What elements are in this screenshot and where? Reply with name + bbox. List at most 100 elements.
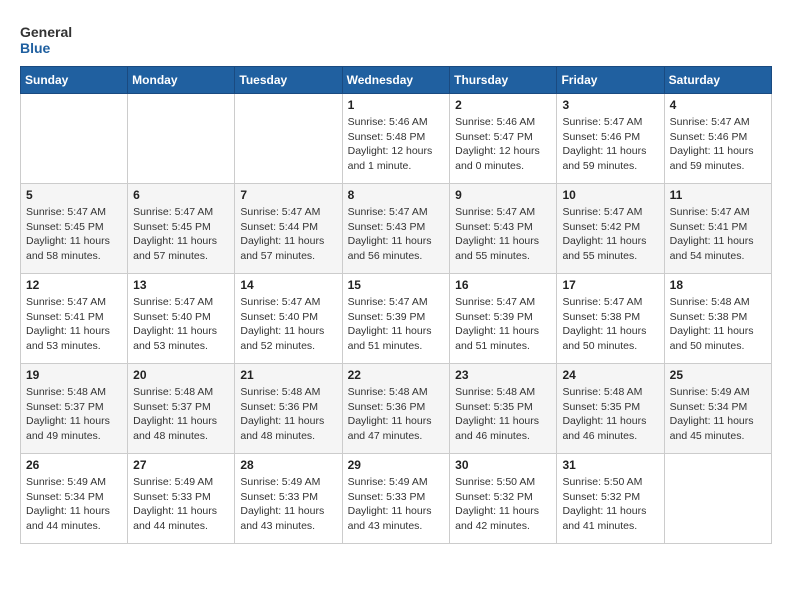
calendar-cell: 7Sunrise: 5:47 AM Sunset: 5:44 PM Daylig… — [235, 184, 342, 274]
day-number: 15 — [348, 278, 445, 292]
calendar-header-thursday: Thursday — [450, 67, 557, 94]
calendar-cell: 14 Sunrise: 5:47 AM Sunset: 5:40 PM Dayli… — [235, 274, 342, 364]
calendar-header-monday: Monday — [128, 67, 235, 94]
day-info: Sunrise: 5:48 AM Sunset: 5:37 PM Dayligh… — [133, 385, 229, 444]
day-info: Sunrise: 5:47 AM Sunset: 5:39 PM Dayligh… — [348, 295, 445, 354]
logo-blue: Blue — [20, 40, 72, 56]
calendar-week-5: 26 Sunrise: 5:49 AM Sunset: 5:34 PM Dayli… — [21, 454, 772, 544]
day-info: Sunrise: 5:49 AM Sunset: 5:33 PM Dayligh… — [348, 475, 445, 534]
day-number: 9 — [455, 188, 551, 202]
calendar-cell: 10 Sunrise: 5:47 AM Sunset: 5:42 PM Dayli… — [557, 184, 664, 274]
day-number: 23 — [455, 368, 551, 382]
calendar-cell: 24Sunrise: 5:48 AM Sunset: 5:35 PM Dayli… — [557, 364, 664, 454]
day-info: Sunrise: 5:48 AM Sunset: 5:38 PM Dayligh… — [670, 295, 766, 354]
day-number: 26 — [26, 458, 122, 472]
day-info: Sunrise: 5:47 AM Sunset: 5:40 PM Dayligh… — [133, 295, 229, 354]
calendar-cell: 23 Sunrise: 5:48 AM Sunset: 5:35 PM Dayli… — [450, 364, 557, 454]
day-info: Sunrise: 5:50 AM Sunset: 5:32 PM Dayligh… — [562, 475, 658, 534]
day-info: Sunrise: 5:48 AM Sunset: 5:35 PM Dayligh… — [562, 385, 658, 444]
calendar-cell: 21Sunrise: 5:48 AM Sunset: 5:36 PM Dayli… — [235, 364, 342, 454]
calendar-cell: 22 Sunrise: 5:48 AM Sunset: 5:36 PM Dayli… — [342, 364, 450, 454]
calendar-cell — [664, 454, 771, 544]
day-number: 21 — [240, 368, 336, 382]
calendar-cell: 15 Sunrise: 5:47 AM Sunset: 5:39 PM Dayli… — [342, 274, 450, 364]
day-number: 19 — [26, 368, 122, 382]
calendar-header-tuesday: Tuesday — [235, 67, 342, 94]
day-number: 17 — [562, 278, 658, 292]
day-number: 22 — [348, 368, 445, 382]
calendar-cell: 18Sunrise: 5:48 AM Sunset: 5:38 PM Dayli… — [664, 274, 771, 364]
calendar-cell: 25 Sunrise: 5:49 AM Sunset: 5:34 PM Dayli… — [664, 364, 771, 454]
day-info: Sunrise: 5:47 AM Sunset: 5:43 PM Dayligh… — [455, 205, 551, 264]
day-number: 6 — [133, 188, 229, 202]
day-info: Sunrise: 5:49 AM Sunset: 5:33 PM Dayligh… — [240, 475, 336, 534]
calendar-cell: 19 Sunrise: 5:48 AM Sunset: 5:37 PM Dayli… — [21, 364, 128, 454]
calendar-cell: 2Sunrise: 5:46 AM Sunset: 5:47 PM Daylig… — [450, 94, 557, 184]
day-info: Sunrise: 5:47 AM Sunset: 5:39 PM Dayligh… — [455, 295, 551, 354]
day-info: Sunrise: 5:47 AM Sunset: 5:43 PM Dayligh… — [348, 205, 445, 264]
calendar-table: SundayMondayTuesdayWednesdayThursdayFrid… — [20, 66, 772, 544]
calendar-week-4: 19 Sunrise: 5:48 AM Sunset: 5:37 PM Dayli… — [21, 364, 772, 454]
calendar-cell: 11Sunrise: 5:47 AM Sunset: 5:41 PM Dayli… — [664, 184, 771, 274]
calendar-cell: 31 Sunrise: 5:50 AM Sunset: 5:32 PM Dayli… — [557, 454, 664, 544]
day-number: 25 — [670, 368, 766, 382]
calendar-cell: 17 Sunrise: 5:47 AM Sunset: 5:38 PM Dayli… — [557, 274, 664, 364]
day-info: Sunrise: 5:47 AM Sunset: 5:38 PM Dayligh… — [562, 295, 658, 354]
calendar-cell: 12 Sunrise: 5:47 AM Sunset: 5:41 PM Dayli… — [21, 274, 128, 364]
calendar-cell: 1 Sunrise: 5:46 AM Sunset: 5:48 PM Daylig… — [342, 94, 450, 184]
day-info: Sunrise: 5:50 AM Sunset: 5:32 PM Dayligh… — [455, 475, 551, 534]
calendar-week-3: 12 Sunrise: 5:47 AM Sunset: 5:41 PM Dayli… — [21, 274, 772, 364]
day-number: 5 — [26, 188, 122, 202]
day-number: 12 — [26, 278, 122, 292]
day-number: 3 — [562, 98, 658, 112]
calendar-header-wednesday: Wednesday — [342, 67, 450, 94]
calendar-cell: 26 Sunrise: 5:49 AM Sunset: 5:34 PM Dayli… — [21, 454, 128, 544]
calendar-cell: 13 Sunrise: 5:47 AM Sunset: 5:40 PM Dayli… — [128, 274, 235, 364]
day-info: Sunrise: 5:47 AM Sunset: 5:42 PM Dayligh… — [562, 205, 658, 264]
day-number: 14 — [240, 278, 336, 292]
day-info: Sunrise: 5:48 AM Sunset: 5:37 PM Dayligh… — [26, 385, 122, 444]
day-number: 27 — [133, 458, 229, 472]
calendar-header-sunday: Sunday — [21, 67, 128, 94]
day-info: Sunrise: 5:46 AM Sunset: 5:48 PM Dayligh… — [348, 115, 445, 174]
page-header: General Blue General Blue — [20, 20, 772, 56]
day-number: 20 — [133, 368, 229, 382]
calendar-cell: 3Sunrise: 5:47 AM Sunset: 5:46 PM Daylig… — [557, 94, 664, 184]
calendar-week-2: 5 Sunrise: 5:47 AM Sunset: 5:45 PM Daylig… — [21, 184, 772, 274]
day-info: Sunrise: 5:49 AM Sunset: 5:34 PM Dayligh… — [26, 475, 122, 534]
day-info: Sunrise: 5:47 AM Sunset: 5:41 PM Dayligh… — [670, 205, 766, 264]
calendar-cell: 16 Sunrise: 5:47 AM Sunset: 5:39 PM Dayli… — [450, 274, 557, 364]
calendar-cell: 5 Sunrise: 5:47 AM Sunset: 5:45 PM Daylig… — [21, 184, 128, 274]
day-number: 16 — [455, 278, 551, 292]
day-number: 10 — [562, 188, 658, 202]
logo-general: General — [20, 24, 72, 40]
day-info: Sunrise: 5:49 AM Sunset: 5:34 PM Dayligh… — [670, 385, 766, 444]
day-info: Sunrise: 5:47 AM Sunset: 5:40 PM Dayligh… — [240, 295, 336, 354]
day-number: 31 — [562, 458, 658, 472]
calendar-cell — [21, 94, 128, 184]
day-info: Sunrise: 5:47 AM Sunset: 5:45 PM Dayligh… — [133, 205, 229, 264]
day-number: 28 — [240, 458, 336, 472]
day-info: Sunrise: 5:48 AM Sunset: 5:35 PM Dayligh… — [455, 385, 551, 444]
day-info: Sunrise: 5:48 AM Sunset: 5:36 PM Dayligh… — [348, 385, 445, 444]
day-info: Sunrise: 5:47 AM Sunset: 5:46 PM Dayligh… — [670, 115, 766, 174]
day-info: Sunrise: 5:47 AM Sunset: 5:41 PM Dayligh… — [26, 295, 122, 354]
day-number: 4 — [670, 98, 766, 112]
day-number: 1 — [348, 98, 445, 112]
calendar-cell: 20 Sunrise: 5:48 AM Sunset: 5:37 PM Dayli… — [128, 364, 235, 454]
day-number: 30 — [455, 458, 551, 472]
calendar-cell — [235, 94, 342, 184]
calendar-cell: 9 Sunrise: 5:47 AM Sunset: 5:43 PM Daylig… — [450, 184, 557, 274]
day-info: Sunrise: 5:46 AM Sunset: 5:47 PM Dayligh… — [455, 115, 551, 174]
calendar-cell: 8 Sunrise: 5:47 AM Sunset: 5:43 PM Daylig… — [342, 184, 450, 274]
calendar-cell — [128, 94, 235, 184]
calendar-cell: 28 Sunrise: 5:49 AM Sunset: 5:33 PM Dayli… — [235, 454, 342, 544]
day-number: 13 — [133, 278, 229, 292]
calendar-header-saturday: Saturday — [664, 67, 771, 94]
calendar-cell: 27 Sunrise: 5:49 AM Sunset: 5:33 PM Dayli… — [128, 454, 235, 544]
day-number: 8 — [348, 188, 445, 202]
calendar-header-friday: Friday — [557, 67, 664, 94]
day-info: Sunrise: 5:49 AM Sunset: 5:33 PM Dayligh… — [133, 475, 229, 534]
day-info: Sunrise: 5:47 AM Sunset: 5:44 PM Dayligh… — [240, 205, 336, 264]
day-info: Sunrise: 5:47 AM Sunset: 5:45 PM Dayligh… — [26, 205, 122, 264]
